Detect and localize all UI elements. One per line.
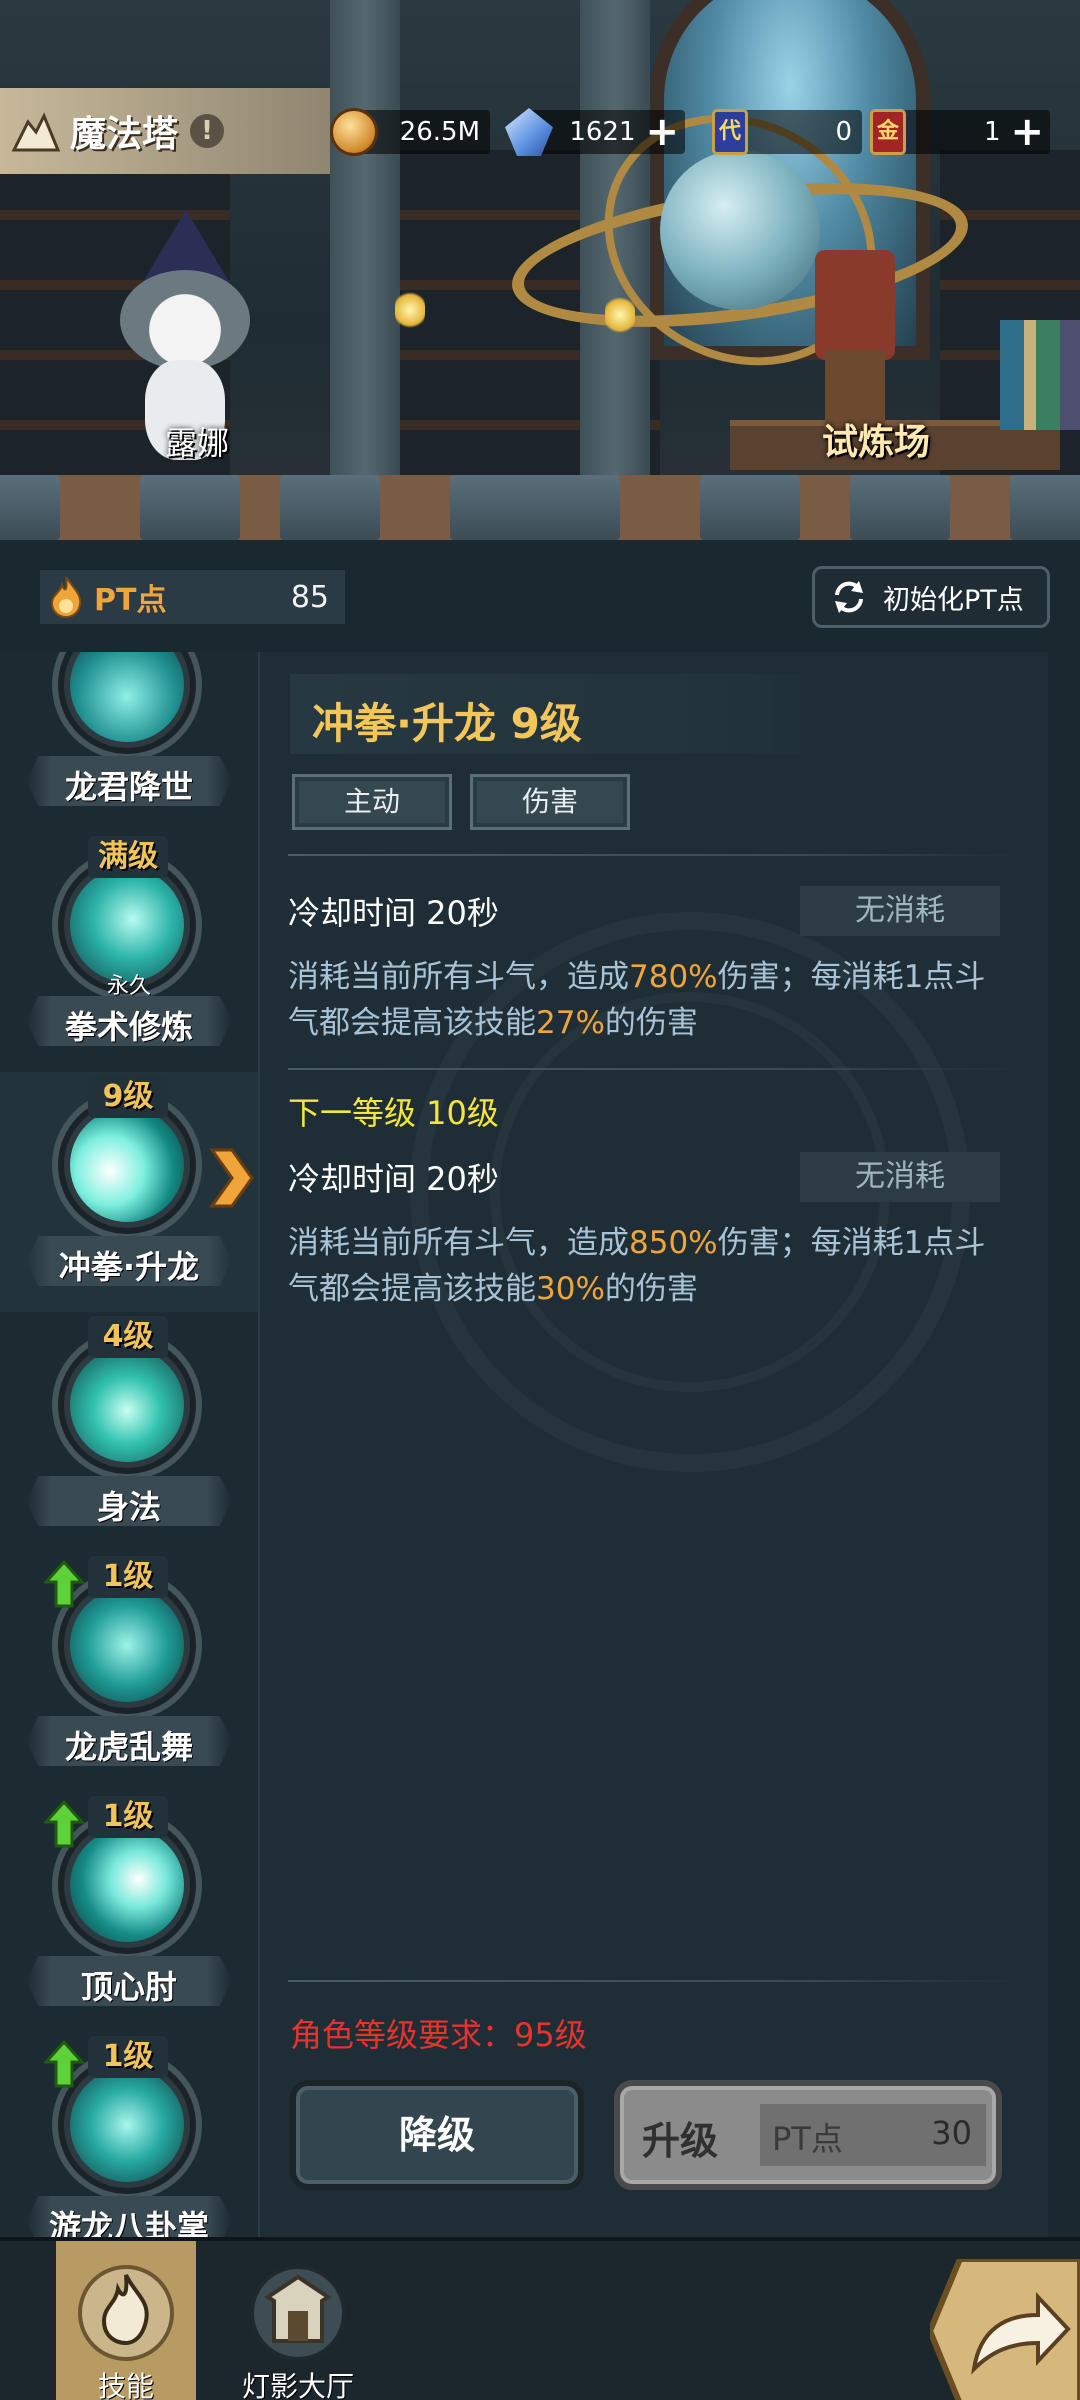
refresh-icon bbox=[835, 581, 863, 613]
upgrade-cost-label: PT点 bbox=[772, 2120, 843, 2158]
skill-name: 身法 bbox=[96, 1488, 161, 1526]
add-gold-card-button[interactable]: + bbox=[1010, 112, 1044, 152]
add-crystal-button[interactable]: + bbox=[645, 112, 679, 152]
selected-chevron-icon bbox=[209, 1148, 254, 1208]
elbow-skill-icon bbox=[70, 1828, 184, 1942]
training-dummy[interactable] bbox=[790, 250, 920, 430]
gold-counter: 26.5M bbox=[330, 106, 490, 158]
pt-points-box: PT点 85 bbox=[40, 570, 345, 624]
skill-level-badge: 4级 bbox=[88, 1316, 168, 1358]
page-title: 魔法塔 bbox=[70, 114, 179, 155]
pillar bbox=[330, 0, 400, 480]
crystal-value: 1621 bbox=[569, 117, 636, 147]
tab-skills[interactable]: 技能 bbox=[56, 2241, 196, 2400]
skill-item-boxing[interactable]: 满级 永久 拳术修炼 bbox=[0, 832, 258, 1072]
current-cooldown: 冷却时间 20秒 bbox=[288, 894, 499, 932]
movement-skill-icon bbox=[70, 1348, 184, 1462]
title-plate: 魔法塔 ! bbox=[0, 88, 330, 174]
tower-icon bbox=[11, 112, 61, 152]
next-description: 消耗当前所有斗气，造成850%伤害；每消耗1点斗气都会提高该技能30%的伤害 bbox=[288, 1225, 986, 1307]
skill-level-badge: 9级 bbox=[88, 1076, 168, 1118]
skill-item-longjun[interactable]: 龙君降世 bbox=[0, 652, 258, 832]
skill-level-badge: 1级 bbox=[88, 1796, 168, 1838]
skill-item-longhu[interactable]: 1级 龙虎乱舞 bbox=[0, 1552, 258, 1792]
lamp-icon bbox=[395, 290, 425, 330]
pt-value: 85 bbox=[290, 579, 329, 615]
skill-level-badge: 满级 bbox=[88, 836, 168, 878]
tab-label: 灯影大厅 bbox=[241, 2370, 354, 2400]
divider bbox=[288, 1980, 1018, 1982]
skill-list[interactable]: 龙君降世 满级 永久 拳术修炼 9级 冲拳·升龙 4级 身法 1级 龙虎乱舞 1… bbox=[0, 652, 258, 2237]
lamp-icon bbox=[605, 295, 635, 335]
reset-pt-label: 初始化PT点 bbox=[883, 584, 1024, 616]
flame-skill-icon bbox=[78, 2265, 174, 2361]
top-bar: 魔法塔 ! 26.5M 1621 + 代 0 金 1 + bbox=[0, 88, 1080, 176]
token-card-icon: 代 bbox=[712, 109, 748, 155]
current-description: 消耗当前所有斗气，造成780%伤害；每消耗1点斗气都会提高该技能27%的伤害 bbox=[288, 959, 986, 1041]
skill-name: 冲拳·升龙 bbox=[58, 1248, 200, 1286]
skill-name: 龙君降世 bbox=[64, 768, 193, 806]
upgrade-cost-value: 30 bbox=[931, 2114, 972, 2152]
divider bbox=[288, 854, 1018, 856]
skill-permanent-label: 永久 bbox=[106, 974, 151, 999]
dragon-tiger-skill-icon bbox=[70, 1588, 184, 1702]
token-counter: 代 0 bbox=[712, 106, 862, 158]
next-arrow-button[interactable] bbox=[930, 2259, 1080, 2400]
hall-icon bbox=[250, 2265, 346, 2361]
bagua-palm-skill-icon bbox=[70, 2068, 184, 2182]
skill-level-badge: 1级 bbox=[88, 2036, 168, 2078]
reset-pt-button[interactable]: 初始化PT点 bbox=[812, 566, 1050, 628]
current-cost: 无消耗 bbox=[800, 886, 1000, 936]
skill-name: 游龙八卦掌 bbox=[48, 2208, 209, 2237]
skill-name: 拳术修炼 bbox=[64, 1008, 193, 1046]
skill-icon-frame bbox=[52, 652, 202, 760]
gold-card-icon: 金 bbox=[870, 109, 906, 155]
upgrade-available-icon bbox=[44, 1560, 84, 1608]
arena-label[interactable]: 试炼场 bbox=[822, 413, 930, 465]
gold-value: 26.5M bbox=[399, 117, 480, 147]
skill-item-youlong[interactable]: 1级 游龙八卦掌 bbox=[0, 2032, 258, 2237]
next-cost: 无消耗 bbox=[800, 1152, 1000, 1202]
gold-card-value: 1 bbox=[983, 117, 1001, 147]
gold-card-counter: 金 1 + bbox=[870, 106, 1050, 158]
divider bbox=[288, 1068, 1018, 1070]
flame-icon bbox=[50, 576, 82, 619]
skill-level-badge: 1级 bbox=[88, 1556, 168, 1598]
upgrade-available-icon bbox=[44, 2040, 84, 2088]
next-cooldown: 冷却时间 20秒 bbox=[288, 1160, 499, 1198]
pt-label: PT点 bbox=[94, 583, 167, 618]
gold-coin-icon bbox=[330, 108, 378, 156]
tag-damage: 伤害 bbox=[470, 774, 630, 830]
bottom-nav: 技能 灯影大厅 bbox=[0, 2237, 1080, 2400]
downgrade-button[interactable]: 降级 bbox=[290, 2080, 584, 2190]
skill-title: 冲拳·升龙 9级 bbox=[312, 699, 582, 748]
upgrade-available-icon bbox=[44, 1800, 84, 1848]
level-requirement: 角色等级要求：95级 bbox=[290, 2016, 587, 2054]
tab-label: 技能 bbox=[97, 2370, 154, 2400]
token-value: 0 bbox=[835, 117, 852, 147]
next-level-title: 下一等级 10级 bbox=[288, 1094, 499, 1132]
books bbox=[1000, 320, 1080, 430]
skill-item-dingxinzhou[interactable]: 1级 顶心肘 bbox=[0, 1792, 258, 2032]
skill-name: 龙虎乱舞 bbox=[64, 1728, 193, 1766]
info-icon[interactable]: ! bbox=[190, 114, 225, 148]
fist-skill-icon bbox=[70, 868, 184, 982]
skill-item-shenfa[interactable]: 4级 身法 bbox=[0, 1312, 258, 1552]
floor bbox=[0, 475, 1080, 540]
tab-hall[interactable]: 灯影大厅 bbox=[228, 2241, 368, 2400]
upgrade-button[interactable]: 升级 PT点 30 bbox=[614, 2080, 1002, 2190]
tag-active: 主动 bbox=[292, 774, 452, 830]
npc-name-label: 露娜 bbox=[165, 424, 230, 462]
uppercut-skill-icon bbox=[70, 1108, 184, 1222]
crystal-counter: 1621 + bbox=[505, 106, 685, 158]
skill-name: 顶心肘 bbox=[80, 1968, 177, 2006]
dragon-skill-icon bbox=[70, 652, 184, 742]
skill-detail-panel: 冲拳·升龙 9级 主动 伤害 冷却时间 20秒 无消耗 消耗当前所有斗气，造成7… bbox=[258, 652, 1048, 2237]
upgrade-label: 升级 bbox=[642, 2119, 719, 2163]
scene-background: 露娜 试炼场 bbox=[0, 0, 1080, 540]
